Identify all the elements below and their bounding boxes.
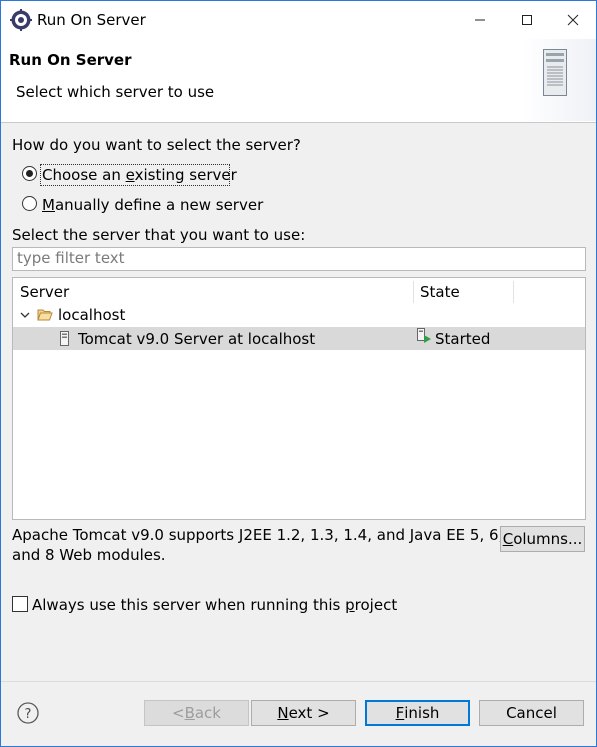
next-button[interactable]: Next > bbox=[251, 700, 356, 726]
server-description-line2: and 8 Web modules. bbox=[12, 546, 166, 564]
close-icon bbox=[567, 14, 579, 26]
minimize-button[interactable] bbox=[457, 1, 503, 39]
help-glyph: ? bbox=[25, 707, 32, 722]
column-divider[interactable] bbox=[513, 281, 514, 303]
maximize-button[interactable] bbox=[504, 1, 550, 39]
selection-question: How do you want to select the server? bbox=[12, 136, 301, 154]
chevron-down-icon[interactable] bbox=[20, 311, 30, 319]
choose-existing-radio[interactable] bbox=[22, 166, 37, 181]
back-button[interactable]: < Back bbox=[144, 700, 249, 726]
server-tower-icon bbox=[543, 49, 567, 96]
title-bar: Run On Server bbox=[1, 1, 596, 39]
server-tree-table[interactable]: Server State localhost Tomcat v9.0 Serve… bbox=[12, 277, 586, 520]
server-started-icon bbox=[417, 328, 431, 343]
define-new-label[interactable]: Manually define a new server bbox=[42, 196, 263, 214]
minimize-icon bbox=[475, 19, 485, 21]
run-on-server-dialog: Run On Server Run On Server Select which… bbox=[0, 0, 597, 747]
column-header-server[interactable]: Server bbox=[20, 283, 69, 301]
wizard-title: Run On Server bbox=[9, 51, 132, 69]
eclipse-gear-icon bbox=[10, 9, 32, 31]
always-use-label[interactable]: Always use this server when running this… bbox=[32, 596, 397, 614]
columns-button[interactable]: Columns... bbox=[500, 526, 585, 552]
define-new-radio[interactable] bbox=[22, 196, 37, 211]
always-use-checkbox[interactable] bbox=[12, 596, 28, 612]
server-state: Started bbox=[435, 330, 491, 348]
close-button[interactable] bbox=[550, 1, 596, 39]
help-icon[interactable]: ? bbox=[17, 702, 39, 724]
column-divider[interactable] bbox=[413, 281, 414, 303]
footer-separator bbox=[1, 681, 596, 682]
open-folder-icon bbox=[37, 309, 53, 321]
server-list-label: Select the server that you want to use: bbox=[12, 226, 306, 244]
table-header: Server State bbox=[13, 278, 585, 304]
cancel-button[interactable]: Cancel bbox=[479, 700, 584, 726]
wizard-subtitle: Select which server to use bbox=[16, 83, 215, 101]
server-icon bbox=[60, 331, 69, 346]
window-title: Run On Server bbox=[37, 11, 146, 29]
server-name: Tomcat v9.0 Server at localhost bbox=[78, 330, 316, 348]
filter-field[interactable] bbox=[12, 247, 586, 271]
wizard-header: Run On Server Select which server to use bbox=[1, 39, 596, 123]
server-description-line1: Apache Tomcat v9.0 supports J2EE 1.2, 1.… bbox=[12, 526, 523, 544]
group-label: localhost bbox=[58, 306, 126, 324]
filter-input[interactable] bbox=[13, 248, 581, 268]
column-header-state[interactable]: State bbox=[420, 283, 460, 301]
maximize-icon bbox=[522, 15, 532, 25]
finish-button[interactable]: Finish bbox=[365, 700, 470, 726]
choose-existing-label[interactable]: Choose an existing server bbox=[42, 166, 237, 184]
